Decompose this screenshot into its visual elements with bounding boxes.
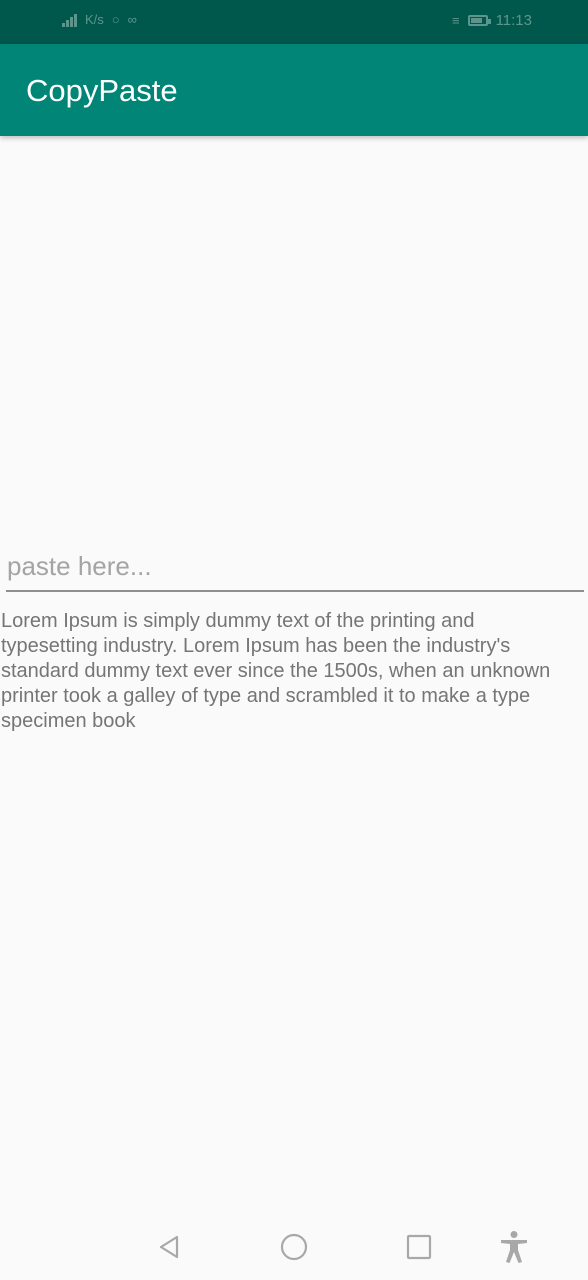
recents-icon [406,1234,432,1260]
accessibility-icon [501,1231,527,1263]
accessibility-button[interactable] [497,1230,531,1264]
recents-button[interactable] [402,1230,436,1264]
back-icon [159,1235,179,1259]
battery-level [470,18,483,23]
status-time: 11:13 [495,12,532,29]
lorem-text: Lorem Ipsum is simply dummy text of the … [1,610,551,732]
battery-icon [467,15,491,26]
back-button[interactable] [152,1230,186,1264]
home-icon [280,1233,308,1261]
home-button[interactable] [277,1230,311,1264]
status-right-indicators: ≡ 11:13 [452,12,532,29]
notification-icon: ○ [111,12,120,27]
network-speed-icon: K/s [85,12,104,27]
paste-input[interactable] [6,546,584,592]
app-title: CopyPaste [26,73,178,108]
status-bar: K/s ○ ∞ ≡ 11:13 [0,0,588,44]
signal-icon [62,13,77,27]
status-left-indicators: K/s ○ ∞ [62,12,137,27]
navigation-bar [0,1210,588,1280]
wifi-icon: ∞ [127,12,137,27]
vibrate-icon: ≡ [451,13,460,28]
app-bar: CopyPaste [0,44,588,136]
